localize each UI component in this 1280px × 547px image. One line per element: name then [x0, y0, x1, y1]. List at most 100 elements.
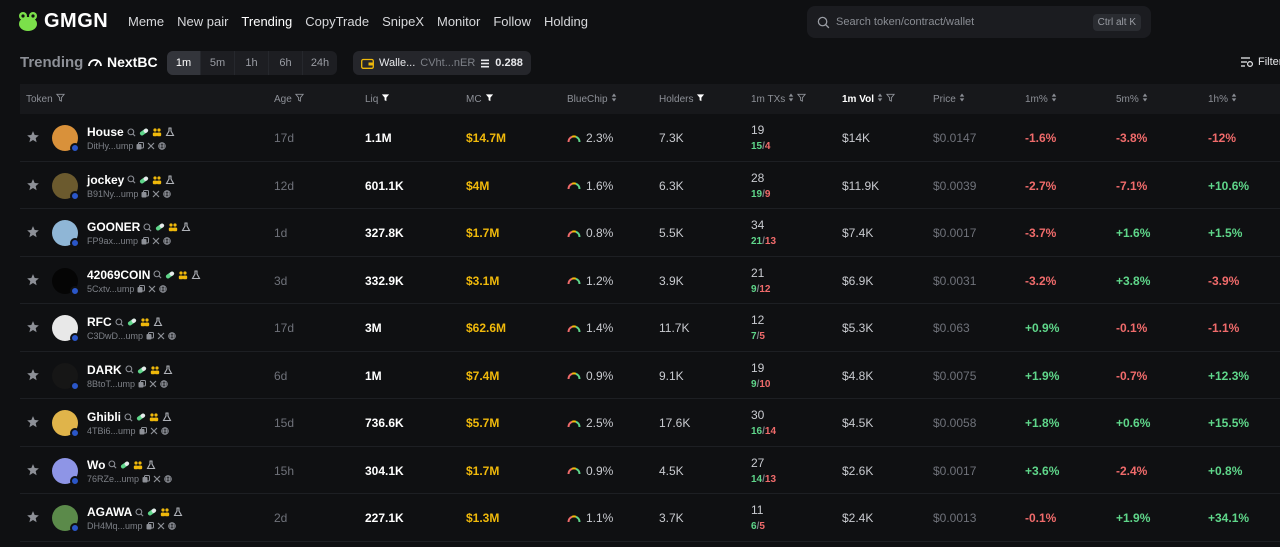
x-twitter-icon[interactable] — [152, 190, 160, 198]
col-bluechip[interactable]: BlueChip — [567, 93, 617, 105]
globe-icon[interactable] — [160, 427, 169, 435]
x-twitter-icon[interactable] — [157, 522, 165, 530]
x-twitter-icon[interactable] — [147, 142, 155, 150]
table-row[interactable]: House DitHy...ump 17d 1.1M $14.7M 2.3% 7… — [20, 114, 1280, 162]
search-input[interactable]: Search token/contract/wallet Ctrl alt K — [807, 6, 1151, 38]
star-icon[interactable] — [26, 320, 40, 334]
nav-new-pair[interactable]: New pair — [177, 14, 228, 29]
search-icon[interactable] — [153, 270, 162, 279]
token-name[interactable]: DARK — [87, 363, 122, 377]
x-twitter-icon[interactable] — [153, 475, 161, 483]
col-mc[interactable]: MC — [466, 93, 494, 105]
x-twitter-icon[interactable] — [157, 332, 165, 340]
table-row[interactable]: Ghibli 4TBi6...ump 15d 736.6K $5.7M 2.5%… — [20, 399, 1280, 447]
token-address[interactable]: B91Ny...ump — [87, 189, 138, 199]
tab-5m[interactable]: 5m — [201, 51, 235, 75]
copy-icon[interactable] — [141, 237, 150, 245]
token-address[interactable]: FP9ax...ump — [87, 236, 138, 246]
tab-1m[interactable]: 1m — [167, 51, 201, 75]
copy-icon[interactable] — [136, 142, 145, 150]
search-icon[interactable] — [108, 460, 117, 469]
search-icon[interactable] — [127, 127, 136, 137]
nav-follow[interactable]: Follow — [493, 14, 531, 29]
nextbc-selector[interactable]: NextBC — [87, 54, 158, 70]
col-5m[interactable]: 5m% — [1116, 93, 1148, 105]
token-name[interactable]: jockey — [87, 173, 124, 187]
globe-icon[interactable] — [158, 142, 167, 150]
nav-holding[interactable]: Holding — [544, 14, 588, 29]
table-row[interactable]: GOONER FP9ax...ump 1d 327.8K $1.7M 0.8% … — [20, 209, 1280, 257]
col-vol[interactable]: 1m Vol — [842, 93, 896, 105]
copy-icon[interactable] — [141, 189, 150, 198]
col-1m[interactable]: 1m% — [1025, 93, 1057, 105]
globe-icon[interactable] — [160, 379, 168, 388]
col-liq[interactable]: Liq — [365, 93, 390, 105]
search-icon[interactable] — [127, 175, 136, 184]
globe-icon[interactable] — [167, 522, 176, 530]
token-address[interactable]: 76RZe...ump — [87, 474, 139, 484]
nav-trending[interactable]: Trending — [241, 14, 292, 29]
copy-icon[interactable] — [138, 379, 147, 388]
logo[interactable]: GMGN — [16, 9, 108, 33]
token-address[interactable]: 4TBi6...ump — [87, 426, 136, 436]
star-icon[interactable] — [26, 510, 40, 524]
table-row[interactable]: DARK 8BtoT...ump 6d 1M $7.4M 0.9% 9.1K 1… — [20, 352, 1280, 399]
col-price[interactable]: Price — [933, 93, 965, 105]
table-row[interactable]: 42069COIN 5Cxtv...ump 3d 332.9K $3.1M 1.… — [20, 257, 1280, 304]
star-icon[interactable] — [26, 368, 40, 382]
copy-icon[interactable] — [142, 474, 151, 483]
star-icon[interactable] — [26, 463, 40, 477]
token-address[interactable]: 5Cxtv...ump — [87, 284, 134, 294]
star-icon[interactable] — [26, 273, 40, 287]
token-address[interactable]: DitHy...ump — [87, 141, 133, 151]
token-address[interactable]: DH4Mq...ump — [87, 521, 143, 531]
search-icon[interactable] — [115, 317, 124, 327]
x-twitter-icon[interactable] — [149, 380, 157, 388]
x-twitter-icon[interactable] — [148, 285, 156, 293]
star-icon[interactable] — [26, 225, 40, 239]
col-1h[interactable]: 1h% — [1208, 93, 1237, 105]
table-row[interactable]: Wo 76RZe...ump 15h 304.1K $1.7M 0.9% 4.5… — [20, 447, 1280, 494]
token-name[interactable]: House — [87, 125, 124, 139]
token-name[interactable]: AGAWA — [87, 505, 132, 519]
token-name[interactable]: Wo — [87, 458, 105, 472]
globe-icon[interactable] — [168, 332, 176, 340]
x-twitter-icon[interactable] — [150, 427, 158, 435]
copy-icon[interactable] — [146, 332, 155, 340]
col-age[interactable]: Age — [274, 93, 304, 105]
token-address[interactable]: C3DwD...ump — [87, 331, 143, 341]
token-name[interactable]: Ghibli — [87, 410, 121, 424]
token-name[interactable]: GOONER — [87, 220, 140, 234]
table-row[interactable]: AGAWA DH4Mq...ump 2d 227.1K $1.3M 1.1% 3… — [20, 494, 1280, 542]
wallet-selector[interactable]: Walle... CVht...nER 0.288 — [353, 51, 531, 75]
table-row[interactable]: jockey B91Ny...ump 12d 601.1K $4M 1.6% 6… — [20, 162, 1280, 209]
search-icon[interactable] — [143, 222, 152, 232]
search-icon[interactable] — [135, 507, 144, 517]
col-txs[interactable]: 1m TXs — [751, 93, 807, 105]
tab-24h[interactable]: 24h — [303, 51, 337, 75]
search-icon[interactable] — [124, 412, 133, 422]
copy-icon[interactable] — [139, 427, 147, 435]
tab-6h[interactable]: 6h — [269, 51, 303, 75]
copy-icon[interactable] — [146, 522, 154, 530]
globe-icon[interactable] — [159, 284, 168, 293]
nav-snipex[interactable]: SnipeX — [382, 14, 424, 29]
globe-icon[interactable] — [163, 189, 172, 198]
x-twitter-icon[interactable] — [152, 237, 160, 245]
star-icon[interactable] — [26, 415, 40, 429]
filter-button[interactable]: Filter — [1240, 56, 1280, 68]
token-address[interactable]: 8BtoT...ump — [87, 379, 135, 389]
star-icon[interactable] — [26, 178, 40, 192]
nav-copytrade[interactable]: CopyTrade — [305, 14, 369, 29]
search-icon[interactable] — [125, 365, 134, 374]
star-icon[interactable] — [26, 130, 40, 144]
token-name[interactable]: 42069COIN — [87, 268, 150, 282]
col-token[interactable]: Token — [26, 93, 65, 105]
globe-icon[interactable] — [163, 237, 171, 245]
nav-meme[interactable]: Meme — [128, 14, 164, 29]
globe-icon[interactable] — [164, 474, 172, 483]
token-name[interactable]: RFC — [87, 315, 112, 329]
nav-monitor[interactable]: Monitor — [437, 14, 480, 29]
copy-icon[interactable] — [137, 284, 146, 293]
table-row[interactable]: RFC C3DwD...ump 17d 3M $62.6M 1.4% 11.7K… — [20, 304, 1280, 352]
